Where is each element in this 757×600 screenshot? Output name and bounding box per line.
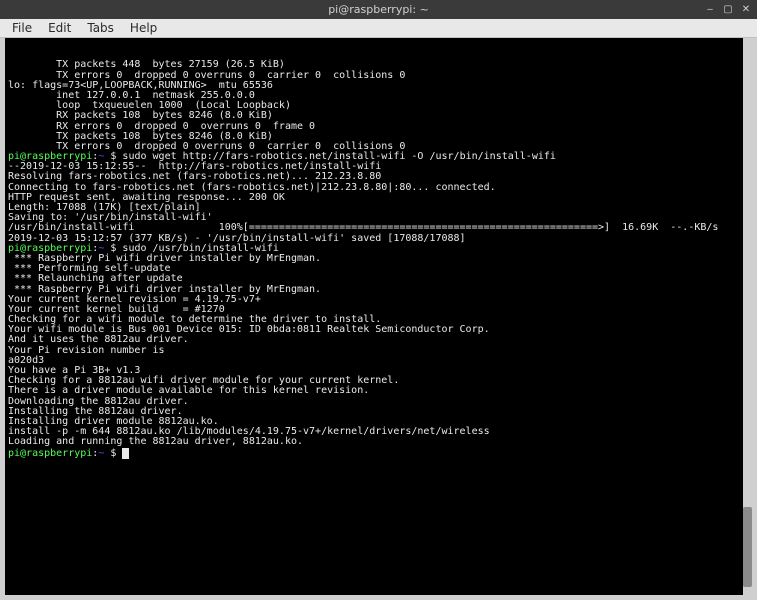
- terminal-container: TX packets 448 bytes 27159 (26.5 KiB) TX…: [0, 38, 757, 600]
- cursor: [122, 448, 129, 459]
- menu-file[interactable]: File: [4, 20, 40, 36]
- menu-edit[interactable]: Edit: [40, 20, 79, 36]
- maximize-button[interactable]: ▢: [721, 2, 735, 16]
- scrollbar[interactable]: [743, 38, 752, 595]
- terminal-line: Your Pi revision number is: [8, 346, 749, 356]
- menu-bar: File Edit Tabs Help: [0, 19, 757, 38]
- minimize-button[interactable]: ‒: [703, 2, 717, 16]
- scrollbar-thumb[interactable]: [743, 507, 752, 587]
- prompt-user: pi@raspberrypi: [8, 448, 92, 459]
- close-button[interactable]: ✕: [739, 2, 753, 16]
- prompt-line: pi@raspberrypi:~ $: [8, 448, 749, 459]
- window-title: pi@raspberrypi: ~: [328, 3, 429, 16]
- terminal-line: RX packets 108 bytes 8246 (8.0 KiB): [8, 111, 749, 121]
- menu-tabs[interactable]: Tabs: [79, 20, 122, 36]
- title-bar: pi@raspberrypi: ~ ‒ ▢ ✕: [0, 0, 757, 19]
- window-controls: ‒ ▢ ✕: [703, 2, 753, 16]
- terminal-line: Loading and running the 8812au driver, 8…: [8, 437, 749, 447]
- terminal-output[interactable]: TX packets 448 bytes 27159 (26.5 KiB) TX…: [5, 38, 752, 595]
- menu-help[interactable]: Help: [122, 20, 165, 36]
- terminal-line: *** Relaunching after update: [8, 274, 749, 284]
